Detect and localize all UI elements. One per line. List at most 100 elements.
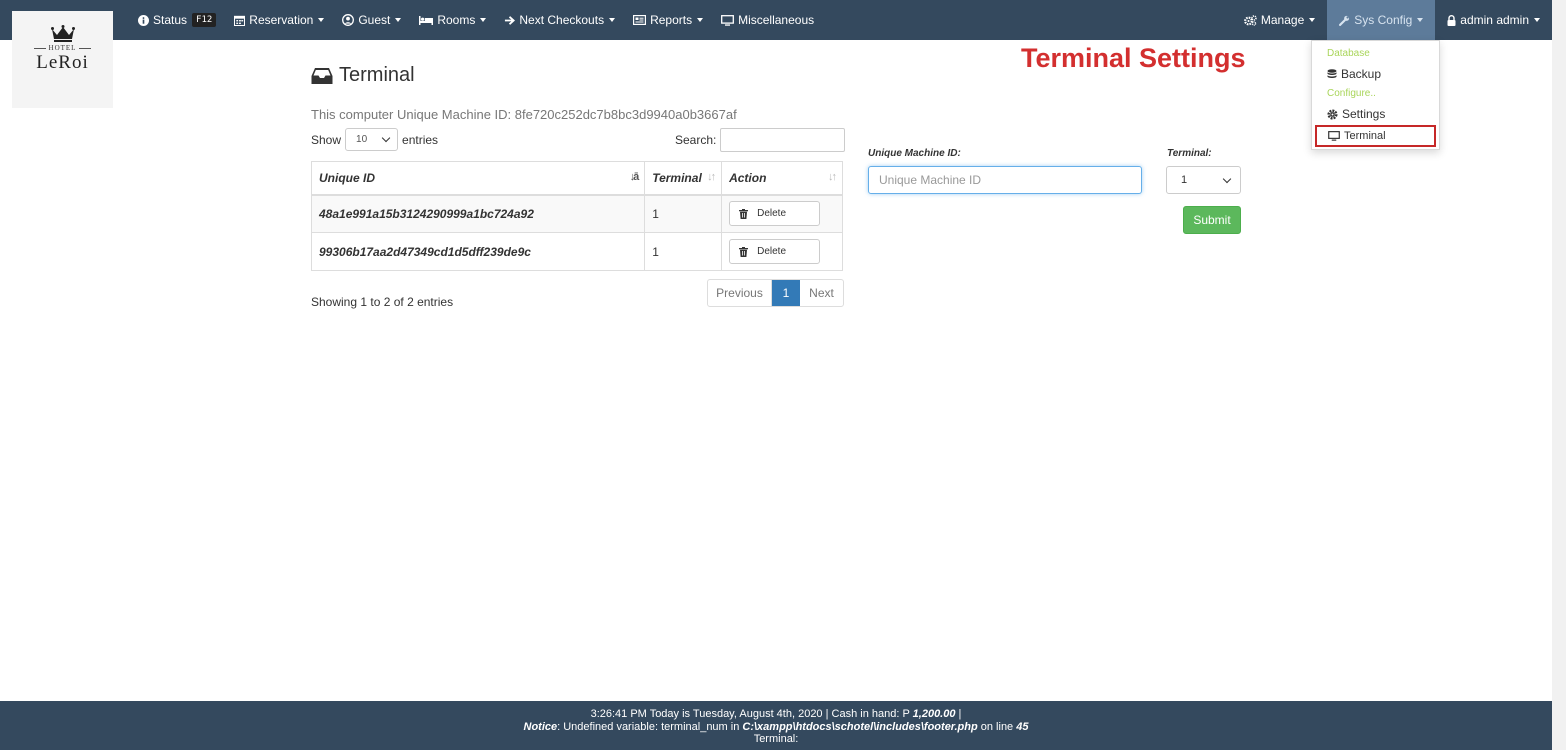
terminals-table: Unique ID ↓ā Terminal ↓↑ Action ↓↑ 48a1e… bbox=[310, 161, 843, 271]
cell-action: Delete bbox=[721, 194, 843, 233]
nav-sys-config[interactable]: Sys Config bbox=[1327, 0, 1436, 40]
caret-down-icon bbox=[609, 18, 616, 22]
vertical-scrollbar[interactable] bbox=[1552, 0, 1566, 750]
monitor-icon bbox=[721, 14, 735, 26]
caret-down-icon bbox=[1417, 18, 1424, 22]
cell-action: Delete bbox=[721, 232, 843, 271]
sort-icon: ↓↑ bbox=[707, 171, 716, 183]
column-header-terminal[interactable]: Terminal ↓↑ bbox=[644, 161, 723, 196]
wrench-icon bbox=[1339, 15, 1350, 26]
pagination: Previous 1 Next bbox=[707, 279, 844, 307]
page-title-text: Terminal bbox=[339, 64, 415, 86]
bed-icon bbox=[419, 15, 434, 25]
terminal-settings-annotation: Terminal Settings bbox=[1021, 43, 1246, 73]
page-size-value: 10 bbox=[356, 134, 368, 145]
nav-reservation-label: Reservation bbox=[249, 13, 314, 27]
hotel-logo[interactable]: HOTEL LeRoi bbox=[12, 11, 113, 108]
nav-reservation[interactable]: Reservation bbox=[228, 0, 330, 40]
pagination-previous[interactable]: Previous bbox=[708, 280, 772, 306]
logo-hotel-text: HOTEL bbox=[31, 44, 95, 52]
nav-manage-label: Manage bbox=[1260, 13, 1305, 27]
nav-sys-config-label: Sys Config bbox=[1354, 13, 1413, 27]
footer-notice-line: Notice: Undefined variable: terminal_num… bbox=[523, 720, 1029, 733]
crown-icon bbox=[50, 25, 75, 42]
column-header-unique-id[interactable]: Unique ID ↓ā bbox=[310, 161, 646, 196]
nav-guest[interactable]: Guest bbox=[336, 0, 407, 40]
nav-manage[interactable]: Manage bbox=[1232, 0, 1327, 40]
search-label: Search: bbox=[675, 133, 717, 147]
nav-guest-label: Guest bbox=[358, 13, 391, 27]
nav-left: Status F12 Reservation Guest Rooms Next … bbox=[132, 0, 826, 40]
nav-user-label: admin admin bbox=[1460, 13, 1529, 27]
machine-id-text: This computer Unique Machine ID: 8fe720c… bbox=[311, 107, 737, 122]
nav-rooms-label: Rooms bbox=[437, 13, 476, 27]
footer-line-1: 3:26:41 PM Today is Tuesday, August 4th,… bbox=[590, 708, 962, 720]
cell-terminal: 1 bbox=[644, 232, 723, 271]
pagination-page-1[interactable]: 1 bbox=[772, 280, 800, 306]
table-row: 99306b17aa2d47349cd1d5dff239de9c 1 Delet… bbox=[310, 232, 843, 271]
terminal-select-value: 1 bbox=[1181, 174, 1188, 186]
dropdown-item-backup-label: Backup bbox=[1341, 67, 1382, 81]
nav-reports[interactable]: Reports bbox=[627, 0, 709, 40]
caret-down-icon bbox=[318, 18, 325, 22]
unique-machine-id-input[interactable]: Unique Machine ID bbox=[868, 166, 1142, 194]
trash-icon bbox=[739, 208, 749, 219]
report-icon bbox=[633, 15, 647, 25]
dropdown-item-backup[interactable]: Backup bbox=[1327, 67, 1381, 81]
dropdown-item-settings-label: Settings bbox=[1342, 107, 1386, 121]
sys-config-dropdown: Database Backup Configure.. Settings Ter… bbox=[1311, 40, 1440, 150]
show-entries-control: Show 10 entries bbox=[311, 128, 438, 151]
top-navbar: Status F12 Reservation Guest Rooms Next … bbox=[0, 0, 1552, 40]
caret-down-icon bbox=[1534, 18, 1540, 22]
sort-icon: ↓↑ bbox=[828, 171, 837, 183]
logo-brand-text: LeRoi bbox=[36, 52, 89, 73]
table-header-row: Unique ID ↓ā Terminal ↓↑ Action ↓↑ bbox=[310, 161, 843, 196]
status-shortcut-kbd: F12 bbox=[192, 13, 217, 27]
gear-icon bbox=[1327, 108, 1338, 120]
page-title: Terminal bbox=[311, 64, 415, 87]
caret-down-icon bbox=[1309, 18, 1316, 22]
delete-button[interactable]: Delete bbox=[729, 201, 821, 227]
caret-down-icon bbox=[395, 18, 402, 22]
nav-user-menu[interactable]: admin admin bbox=[1435, 0, 1552, 40]
caret-down-icon bbox=[480, 18, 487, 22]
info-circle-icon bbox=[138, 14, 149, 26]
arrow-right-icon bbox=[504, 15, 516, 26]
trash-icon bbox=[739, 246, 749, 257]
dropdown-item-terminal[interactable]: Terminal bbox=[1315, 125, 1436, 147]
table-row: 48a1e991a15b3124290999a1bc724a92 1 Delet… bbox=[310, 194, 843, 233]
nav-miscellaneous-label: Miscellaneous bbox=[738, 13, 815, 27]
database-icon bbox=[1327, 68, 1337, 80]
page-size-select[interactable]: 10 bbox=[345, 128, 399, 151]
nav-next-checkouts-label: Next Checkouts bbox=[519, 13, 605, 27]
monitor-icon bbox=[1328, 131, 1340, 141]
pagination-next[interactable]: Next bbox=[800, 280, 843, 306]
caret-down-icon bbox=[697, 18, 704, 22]
delete-button[interactable]: Delete bbox=[729, 239, 821, 264]
nav-right: Manage Sys Config admin admin bbox=[1232, 0, 1552, 40]
nav-status[interactable]: Status F12 bbox=[132, 0, 222, 40]
table-info: Showing 1 to 2 of 2 entries bbox=[311, 295, 454, 309]
show-label: Show bbox=[311, 132, 342, 147]
submit-button[interactable]: Submit bbox=[1183, 206, 1241, 234]
nav-next-checkouts[interactable]: Next Checkouts bbox=[498, 0, 621, 40]
nav-miscellaneous[interactable]: Miscellaneous bbox=[715, 0, 820, 40]
unique-machine-id-placeholder: Unique Machine ID bbox=[879, 173, 982, 187]
user-circle-icon bbox=[342, 14, 355, 26]
nav-status-label: Status bbox=[153, 13, 188, 27]
dropdown-item-settings[interactable]: Settings bbox=[1327, 107, 1385, 121]
inbox-icon bbox=[311, 67, 333, 85]
terminal-label: Terminal: bbox=[1167, 148, 1212, 159]
calendar-icon bbox=[234, 15, 246, 26]
nav-reports-label: Reports bbox=[650, 13, 693, 27]
terminal-select[interactable]: 1 bbox=[1166, 166, 1241, 194]
column-header-action[interactable]: Action ↓↑ bbox=[721, 161, 843, 196]
cell-unique-id: 48a1e991a15b3124290999a1bc724a92 bbox=[310, 194, 646, 233]
chevron-down-icon bbox=[381, 133, 391, 143]
entries-label: entries bbox=[402, 132, 439, 147]
search-input[interactable] bbox=[720, 128, 846, 152]
unique-machine-id-label: Unique Machine ID: bbox=[868, 148, 961, 159]
dropdown-header-database: Database bbox=[1327, 48, 1370, 59]
user-lock-icon bbox=[1447, 14, 1456, 26]
nav-rooms[interactable]: Rooms bbox=[413, 0, 492, 40]
